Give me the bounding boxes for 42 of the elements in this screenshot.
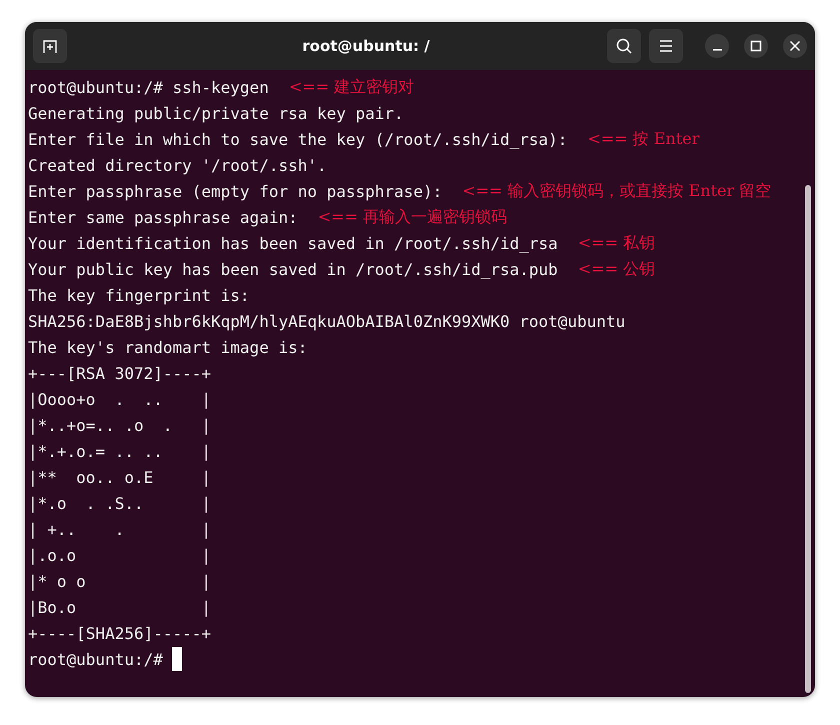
terminal-line: Your identification has been saved in /root/.ssh/id_rsa [28, 234, 558, 252]
maximize-icon [750, 40, 762, 52]
search-icon [615, 37, 633, 55]
terminal-line: |*..+o=.. .o . | [28, 416, 212, 434]
terminal-line: Enter same passphrase again: [28, 208, 298, 226]
terminal-line: Enter file in which to save the key (/root/.ssh/id_rsa): [28, 130, 568, 148]
terminal-line: root@ubuntu:/# [28, 650, 163, 668]
terminal-line: Your public key has been saved in /root/.ssh/id_rsa.pub [28, 260, 558, 278]
window-title: root@ubuntu: / [301, 37, 431, 55]
terminal-line: SHA256:DaE8Bjshbr6kKqpM/hlyAEqkuAObAIBAl0ZnK99XWK0 root@ubuntu [28, 312, 626, 330]
menu-button[interactable] [649, 29, 683, 63]
annotation: <== 输入密钥锁码，或直接按 Enter 留空 [462, 180, 772, 202]
minimize-icon [712, 49, 722, 51]
terminal-line: |* o o | [28, 572, 212, 590]
terminal-line: Generating public/private rsa key pair. [28, 104, 404, 122]
terminal-line: |.o.o | [28, 546, 212, 564]
terminal-line: |*.+.o.= .. .. | [28, 442, 212, 460]
annotation: <== 公钥 [578, 258, 656, 280]
terminal-line: |** oo.. o.E | [28, 468, 212, 486]
search-button[interactable] [607, 29, 641, 63]
terminal-line: +---[RSA 3072]----+ [28, 364, 212, 382]
close-icon [789, 40, 801, 52]
terminal-line: | +.. . | [28, 520, 212, 538]
terminal-line: |*.o . .S.. | [28, 494, 212, 512]
terminal-line: |Bo.o | [28, 598, 212, 616]
terminal-line: Created directory '/root/.ssh'. [28, 156, 327, 174]
menu-icon [658, 39, 674, 53]
new-tab-button[interactable] [33, 29, 67, 63]
terminal-line: |Oooo+o . .. | [28, 390, 212, 408]
annotation: <== 按 Enter [587, 128, 700, 150]
maximize-button[interactable] [744, 34, 768, 58]
minimize-button[interactable] [705, 34, 729, 58]
close-button[interactable] [783, 34, 807, 58]
terminal-line: The key's randomart image is: [28, 338, 308, 356]
annotation: <== 再输入一遍密钥锁码 [318, 206, 508, 228]
annotation: <== 私钥 [578, 232, 656, 254]
terminal-line: Enter passphrase (empty for no passphrase): [28, 182, 442, 200]
scroll-thumb[interactable] [805, 185, 811, 693]
terminal-line: +----[SHA256]-----+ [28, 624, 212, 642]
terminal-line: root@ubuntu:/# ssh-keygen [28, 78, 269, 96]
terminal-line: The key fingerprint is: [28, 286, 250, 304]
annotation: <== 建立密钥对 [288, 76, 414, 98]
